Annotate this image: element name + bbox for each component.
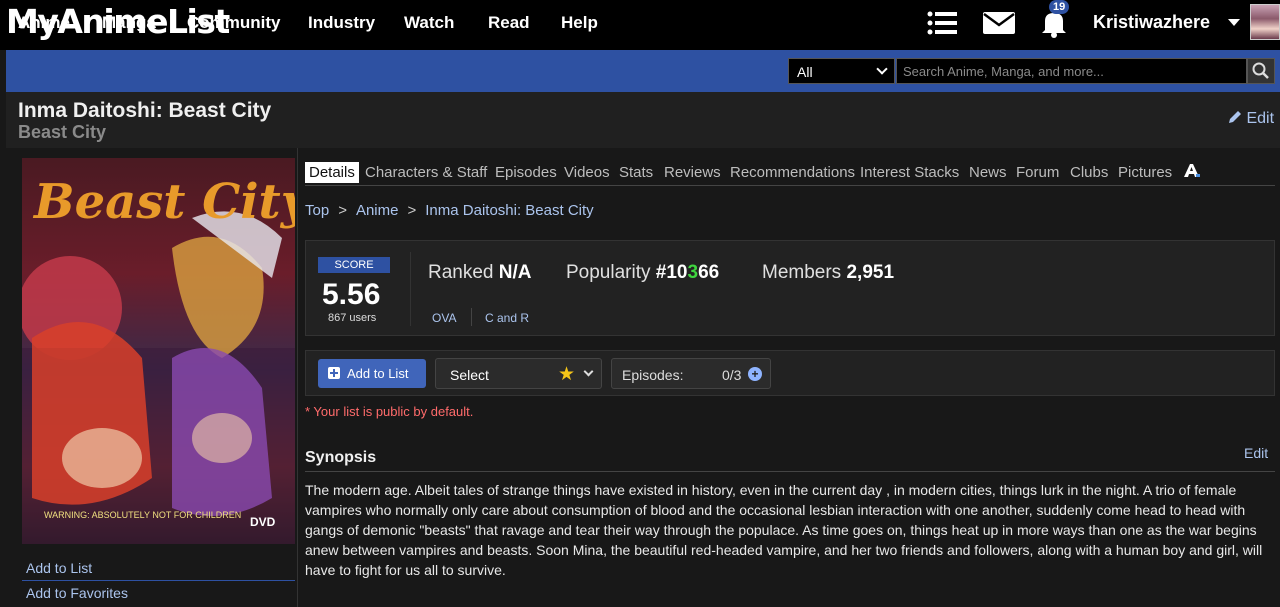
avatar[interactable] [1250,4,1280,40]
nav-anime[interactable]: Anime [18,13,70,33]
search-icon [1252,62,1269,79]
edit-title-link[interactable]: Edit [1228,110,1274,128]
public-list-note: * Your list is public by default. [305,404,474,419]
anime-poster[interactable]: Beast City WARNING: ABSOLUTELY NOT FOR C… [22,158,295,544]
caret-down-icon[interactable] [1228,19,1240,26]
members-label: Members [762,262,842,283]
sub-info-divider [471,308,472,326]
ranked-value: N/A [498,262,532,283]
page-title: Inma Daitoshi: Beast City [18,99,272,122]
popularity-value-pre: #10 [655,262,688,283]
tab-interest-stacks[interactable]: Interest Stacks [860,164,959,181]
poster-title: Beast City [32,174,295,230]
nav-help[interactable]: Help [561,13,598,33]
members-stat[interactable]: Members 2,951 [762,262,894,284]
tab-recommendations[interactable]: Recommendations [730,164,855,181]
score-users: 867 users [328,312,377,324]
alt-title: Beast City [18,122,107,142]
search-input[interactable] [896,58,1247,84]
stats-divider [410,252,411,326]
nav-industry[interactable]: Industry [308,13,375,33]
search-category-select[interactable]: All [788,58,895,84]
score-value: 5.56 [322,278,381,311]
mail-icon[interactable] [982,8,1016,38]
notification-badge[interactable]: 19 [1049,0,1070,14]
score-select[interactable]: Select ★ [435,358,602,389]
anime-streaming-logo-icon[interactable] [1182,162,1201,179]
tab-pictures[interactable]: Pictures [1118,164,1172,181]
add-to-list-button[interactable]: Add to List [318,359,426,388]
episodes-field[interactable]: Episodes: 0/3 + [611,358,771,389]
search-button[interactable] [1247,58,1275,84]
score-label: SCORE [318,257,390,273]
plus-square-icon [328,367,340,379]
type-link[interactable]: OVA [432,311,456,325]
ranked-stat[interactable]: Ranked N/A [428,262,532,284]
tab-news[interactable]: News [969,164,1007,181]
popularity-label: Popularity [566,262,651,283]
popularity-value-highlight: 3 [687,262,699,283]
tab-stats[interactable]: Stats [619,164,653,181]
synopsis-heading: Synopsis [305,449,377,466]
poster-artwork: Beast City WARNING: ABSOLUTELY NOT FOR C… [22,174,295,544]
synopsis-text: The modern age. Albeit tales of strange … [305,482,1263,578]
breadcrumb: Top > Anime > Inma Daitoshi: Beast City [305,202,594,219]
nav-read[interactable]: Read [488,13,530,33]
breadcrumb-separator: > [407,202,417,219]
tab-clubs[interactable]: Clubs [1070,164,1108,181]
increment-episode-icon[interactable]: + [748,367,762,381]
synopsis-divider [305,471,1275,472]
tab-characters-staff[interactable]: Characters & Staff [365,164,487,181]
tab-videos[interactable]: Videos [564,164,610,181]
search-category-value: All [797,64,813,80]
tabs-divider [305,185,1275,186]
chevron-down-icon [583,366,594,377]
menu-list-icon[interactable] [925,8,959,38]
tab-details[interactable]: Details [305,162,359,183]
nav-community[interactable]: Community [187,13,281,33]
breadcrumb-separator: > [338,202,347,219]
episodes-label: Episodes: [622,367,684,383]
poster-dvd: DVD [250,515,276,529]
breadcrumb-top[interactable]: Top [305,202,329,219]
popularity-stat[interactable]: Popularity #10366 [566,262,719,284]
tab-forum[interactable]: Forum [1016,164,1059,181]
tab-episodes[interactable]: Episodes [495,164,557,181]
poster-warning: WARNING: ABSOLUTELY NOT FOR CHILDREN [44,510,241,520]
sidebar-add-to-favorites[interactable]: Add to Favorites [26,585,128,601]
popularity-value-post: 66 [698,262,720,283]
episodes-value: 0/3 [722,367,742,383]
pencil-icon [1229,111,1241,123]
tab-reviews[interactable]: Reviews [664,164,721,181]
sidebar-divider [22,580,295,581]
star-icon: ★ [558,364,576,385]
sidebar-add-to-list[interactable]: Add to List [26,560,92,576]
members-value: 2,951 [846,262,895,283]
username-menu[interactable]: Kristiwazhere [1093,12,1210,33]
ranked-label: Ranked [428,262,494,283]
chevron-down-icon [876,63,888,75]
score-select-value: Select [450,367,489,383]
add-to-list-label: Add to List [347,366,409,381]
nav-manga[interactable]: Manga [102,13,156,33]
studio-link[interactable]: C and R [485,311,529,325]
nav-watch[interactable]: Watch [404,13,454,33]
breadcrumb-anime[interactable]: Anime [356,202,399,219]
synopsis-edit-link[interactable]: Edit [1244,445,1268,461]
breadcrumb-current[interactable]: Inma Daitoshi: Beast City [425,202,593,219]
edit-title-label: Edit [1246,110,1275,127]
